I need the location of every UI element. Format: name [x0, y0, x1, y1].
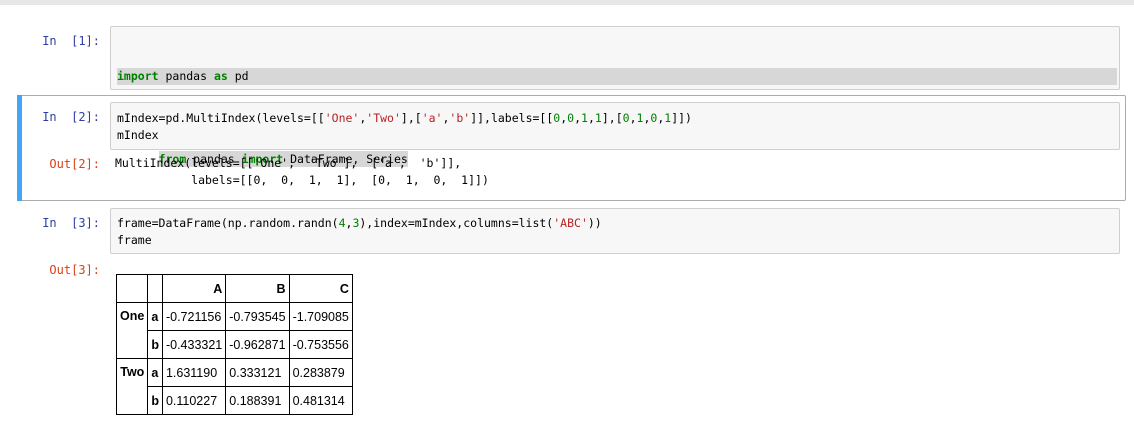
string-literal: 'Two': [366, 111, 401, 125]
code-token: mIndex=pd.MultiIndex(levels=[[: [117, 111, 325, 125]
table-cell: 0.188391: [225, 386, 290, 415]
keyword: import: [117, 69, 159, 83]
input-prompt: In [1]:: [42, 34, 100, 48]
code-token: ]]): [671, 111, 692, 125]
table-cell: -0.433321: [161, 330, 227, 359]
code-token: pandas: [158, 69, 214, 83]
code-token: ),index=mIndex,columns=list(: [359, 216, 554, 230]
index-level0: Two: [115, 358, 149, 415]
index-header-empty: [115, 274, 149, 303]
code-token: frame: [117, 232, 152, 247]
table-row: Two a 1.631190 0.333121 0.283879: [115, 358, 353, 415]
code-token: ,: [587, 111, 595, 125]
dataframe-table: A B C One a -0.721156 -0.793545 -1.70908…: [115, 274, 353, 415]
code-token: )): [587, 216, 602, 230]
table-cell: 0.283879: [288, 358, 353, 387]
code-token: pd: [227, 69, 249, 83]
string-literal: 'One': [324, 111, 360, 125]
input-prompt: In [3]:: [42, 216, 100, 230]
code-text: frame=DataFrame(np.random.randn(4,3),ind…: [117, 215, 602, 248]
code-input[interactable]: mIndex=pd.MultiIndex(levels=[['One', 'Two…: [110, 102, 1120, 150]
number-literal: 0: [622, 111, 630, 125]
output-line: labels=[[0, 0, 1, 1], [0, 1, 0, 1]]): [115, 172, 489, 187]
output-prompt: Out[2]:: [49, 157, 100, 171]
index-level1: b: [147, 330, 163, 359]
table-cell: -1.709085: [288, 302, 353, 331]
column-header: B: [225, 274, 290, 303]
table-header-row: A B C: [115, 274, 353, 303]
table-cell: -0.793545: [225, 302, 290, 331]
number-literal: 1: [581, 111, 588, 125]
index-level0: One: [115, 302, 149, 359]
column-header: A: [161, 274, 227, 303]
table-cell: 0.110227: [161, 386, 227, 415]
code-token: frame=DataFrame(np.random.randn(: [117, 216, 339, 230]
string-literal: 'b': [449, 111, 471, 125]
code-input[interactable]: frame=DataFrame(np.random.randn(4,3),ind…: [110, 208, 1120, 254]
keyword: as: [213, 69, 228, 83]
code-token: ],[: [400, 111, 422, 125]
code-input[interactable]: import pandas as pd import numpy as np f…: [110, 26, 1120, 167]
number-literal: 4: [338, 216, 346, 230]
table-row: b 0.110227 0.188391 0.481314: [117, 386, 353, 415]
table-cell: 0.481314: [288, 386, 353, 415]
code-line: import pandas as pd: [117, 68, 1117, 85]
output-text: MultiIndex(levels=[['One', 'Two'], ['a',…: [115, 155, 489, 188]
code-token: mIndex: [117, 127, 159, 142]
table-cell: -0.721156: [161, 302, 227, 331]
output-prompt: Out[3]:: [49, 263, 100, 277]
index-level1: a: [147, 302, 163, 331]
index-header-empty: [147, 274, 163, 303]
output-line: MultiIndex(levels=[['One', 'Two'], ['a',…: [115, 156, 462, 170]
top-toolbar-edge: [0, 0, 1134, 5]
table-cell: 0.333121: [225, 358, 290, 387]
table-row: One a -0.721156 -0.793545 -1.709085: [115, 302, 353, 359]
column-header: C: [288, 274, 353, 303]
code-token: ,: [629, 111, 637, 125]
table-row: b -0.433321 -0.962871 -0.753556: [117, 330, 353, 359]
string-literal: 'a': [421, 111, 443, 125]
index-level1: a: [147, 358, 163, 387]
code-token: ],[: [601, 111, 623, 125]
table-cell: -0.753556: [288, 330, 353, 359]
code-token: ,: [574, 111, 582, 125]
code-token: ]],labels=[[: [470, 111, 554, 125]
number-literal: 1: [594, 111, 602, 125]
index-level1: b: [147, 386, 163, 415]
table-cell: -0.962871: [225, 330, 290, 359]
input-prompt: In [2]:: [42, 110, 100, 124]
string-literal: 'ABC': [553, 216, 588, 230]
code-text: mIndex=pd.MultiIndex(levels=[['One', 'Two…: [117, 110, 692, 143]
table-cell: 1.631190: [161, 358, 227, 387]
